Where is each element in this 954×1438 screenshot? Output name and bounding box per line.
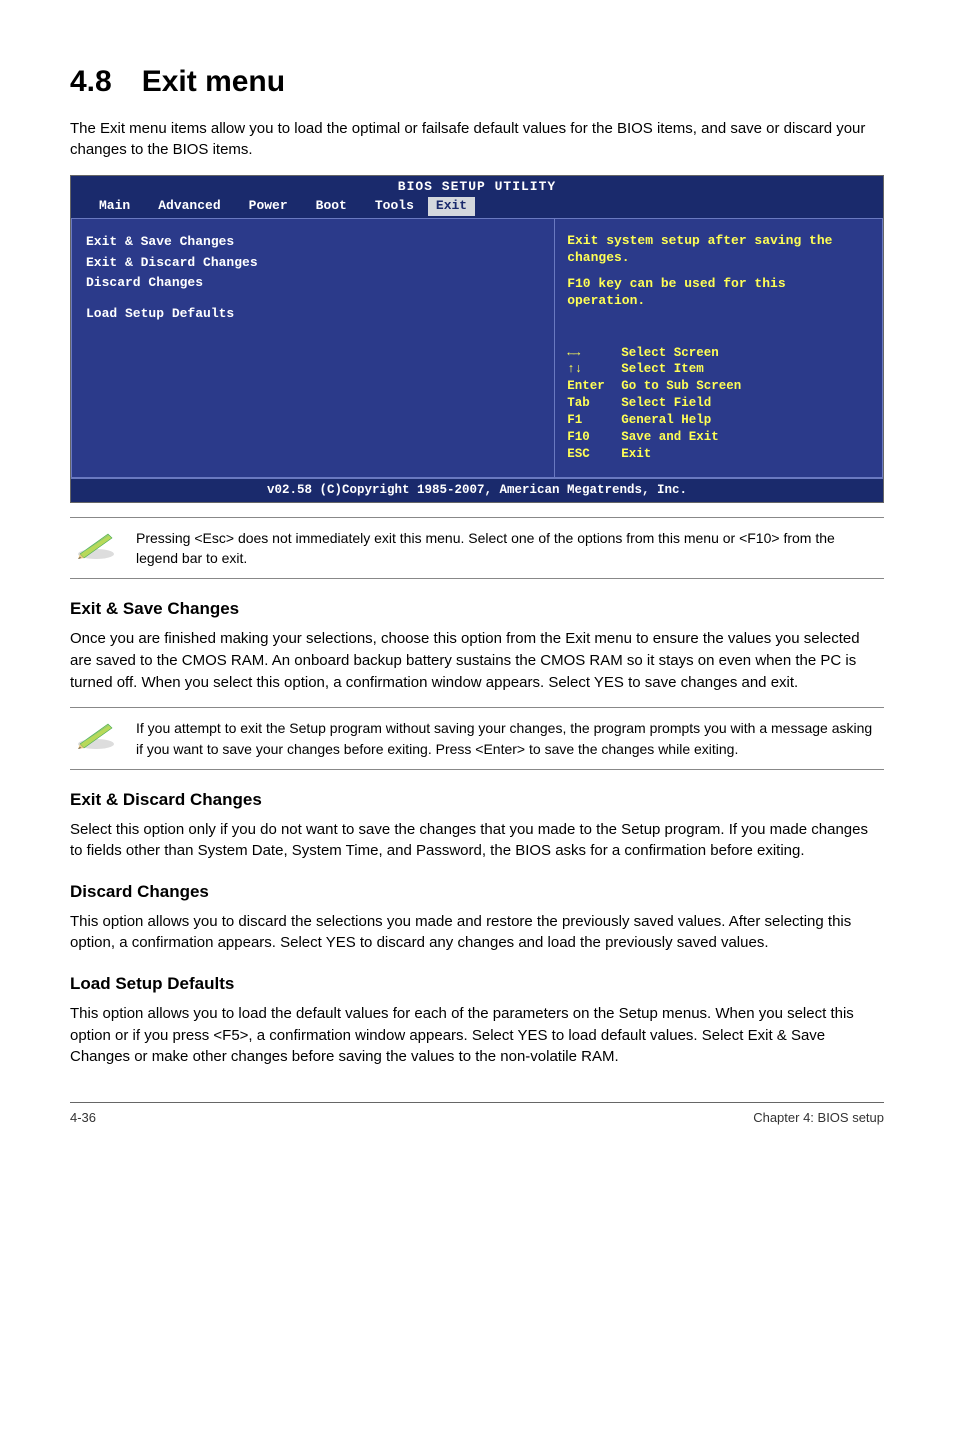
subheading-load-defaults: Load Setup Defaults — [70, 972, 884, 997]
bios-right-panel: Exit system setup after saving the chang… — [554, 218, 883, 478]
bios-copyright: v02.58 (C)Copyright 1985-2007, American … — [71, 478, 883, 502]
menu-spacer — [86, 295, 540, 305]
note-text: If you attempt to exit the Setup program… — [136, 718, 880, 759]
section-heading: 4.8 Exit menu — [70, 60, 884, 104]
tab-exit[interactable]: Exit — [428, 197, 475, 216]
key-row: ESCExit — [567, 446, 870, 463]
paragraph-load-defaults: This option allows you to load the defau… — [70, 1003, 884, 1068]
tab-advanced[interactable]: Advanced — [144, 197, 234, 216]
chapter-label: Chapter 4: BIOS setup — [753, 1109, 884, 1128]
paragraph-discard: This option allows you to discard the se… — [70, 911, 884, 955]
key-desc: Select Screen — [621, 345, 719, 362]
menu-item-exit-discard[interactable]: Exit & Discard Changes — [86, 254, 540, 273]
subheading-exit-save: Exit & Save Changes — [70, 597, 884, 622]
key-arrows-ud-icon: ↑↓ — [567, 361, 621, 378]
tab-power[interactable]: Power — [235, 197, 302, 216]
key-arrows-lr-icon: ←→ — [567, 345, 621, 362]
tab-tools[interactable]: Tools — [361, 197, 428, 216]
page-number: 4-36 — [70, 1109, 96, 1128]
key-row: TabSelect Field — [567, 395, 870, 412]
bios-window: BIOS SETUP UTILITY Main Advanced Power B… — [70, 175, 884, 503]
pencil-icon — [74, 528, 118, 560]
key-row: ←→Select Screen — [567, 345, 870, 362]
subheading-discard: Discard Changes — [70, 880, 884, 905]
key-enter: Enter — [567, 378, 621, 395]
key-desc: Save and Exit — [621, 429, 719, 446]
menu-item-discard[interactable]: Discard Changes — [86, 274, 540, 293]
note-text: Pressing <Esc> does not immediately exit… — [136, 528, 880, 569]
section-number: 4.8 — [70, 60, 112, 104]
key-f10: F10 — [567, 429, 621, 446]
menu-item-load-defaults[interactable]: Load Setup Defaults — [86, 305, 540, 324]
key-desc: Go to Sub Screen — [621, 378, 741, 395]
key-row: F10Save and Exit — [567, 429, 870, 446]
note-block: Pressing <Esc> does not immediately exit… — [70, 517, 884, 580]
tab-boot[interactable]: Boot — [302, 197, 361, 216]
help-line-2: F10 key can be used for this operation. — [567, 276, 870, 310]
bios-body: Exit & Save Changes Exit & Discard Chang… — [71, 218, 883, 478]
key-esc: ESC — [567, 446, 621, 463]
bios-title: BIOS SETUP UTILITY — [71, 176, 883, 197]
key-desc: Select Field — [621, 395, 711, 412]
paragraph-exit-discard: Select this option only if you do not wa… — [70, 819, 884, 863]
bios-tabbar: Main Advanced Power Boot Tools Exit — [71, 197, 883, 218]
key-desc: General Help — [621, 412, 711, 429]
key-row: EnterGo to Sub Screen — [567, 378, 870, 395]
help-line-1: Exit system setup after saving the chang… — [567, 233, 870, 267]
help-spacer — [567, 266, 870, 276]
key-row: F1General Help — [567, 412, 870, 429]
menu-item-exit-save[interactable]: Exit & Save Changes — [86, 233, 540, 252]
key-tab: Tab — [567, 395, 621, 412]
key-desc: Exit — [621, 446, 651, 463]
pencil-icon — [74, 718, 118, 750]
bios-left-panel: Exit & Save Changes Exit & Discard Chang… — [71, 218, 554, 478]
key-desc: Select Item — [621, 361, 704, 378]
paragraph-exit-save: Once you are finished making your select… — [70, 628, 884, 693]
key-f1: F1 — [567, 412, 621, 429]
intro-paragraph: The Exit menu items allow you to load th… — [70, 118, 884, 162]
section-title: Exit menu — [142, 65, 285, 98]
page-footer: 4-36 Chapter 4: BIOS setup — [70, 1102, 884, 1128]
tab-main[interactable]: Main — [85, 197, 144, 216]
key-row: ↑↓Select Item — [567, 361, 870, 378]
subheading-exit-discard: Exit & Discard Changes — [70, 788, 884, 813]
note-block: If you attempt to exit the Setup program… — [70, 707, 884, 770]
key-legend: ←→Select Screen ↑↓Select Item EnterGo to… — [567, 345, 870, 463]
help-block: Exit system setup after saving the chang… — [567, 233, 870, 311]
